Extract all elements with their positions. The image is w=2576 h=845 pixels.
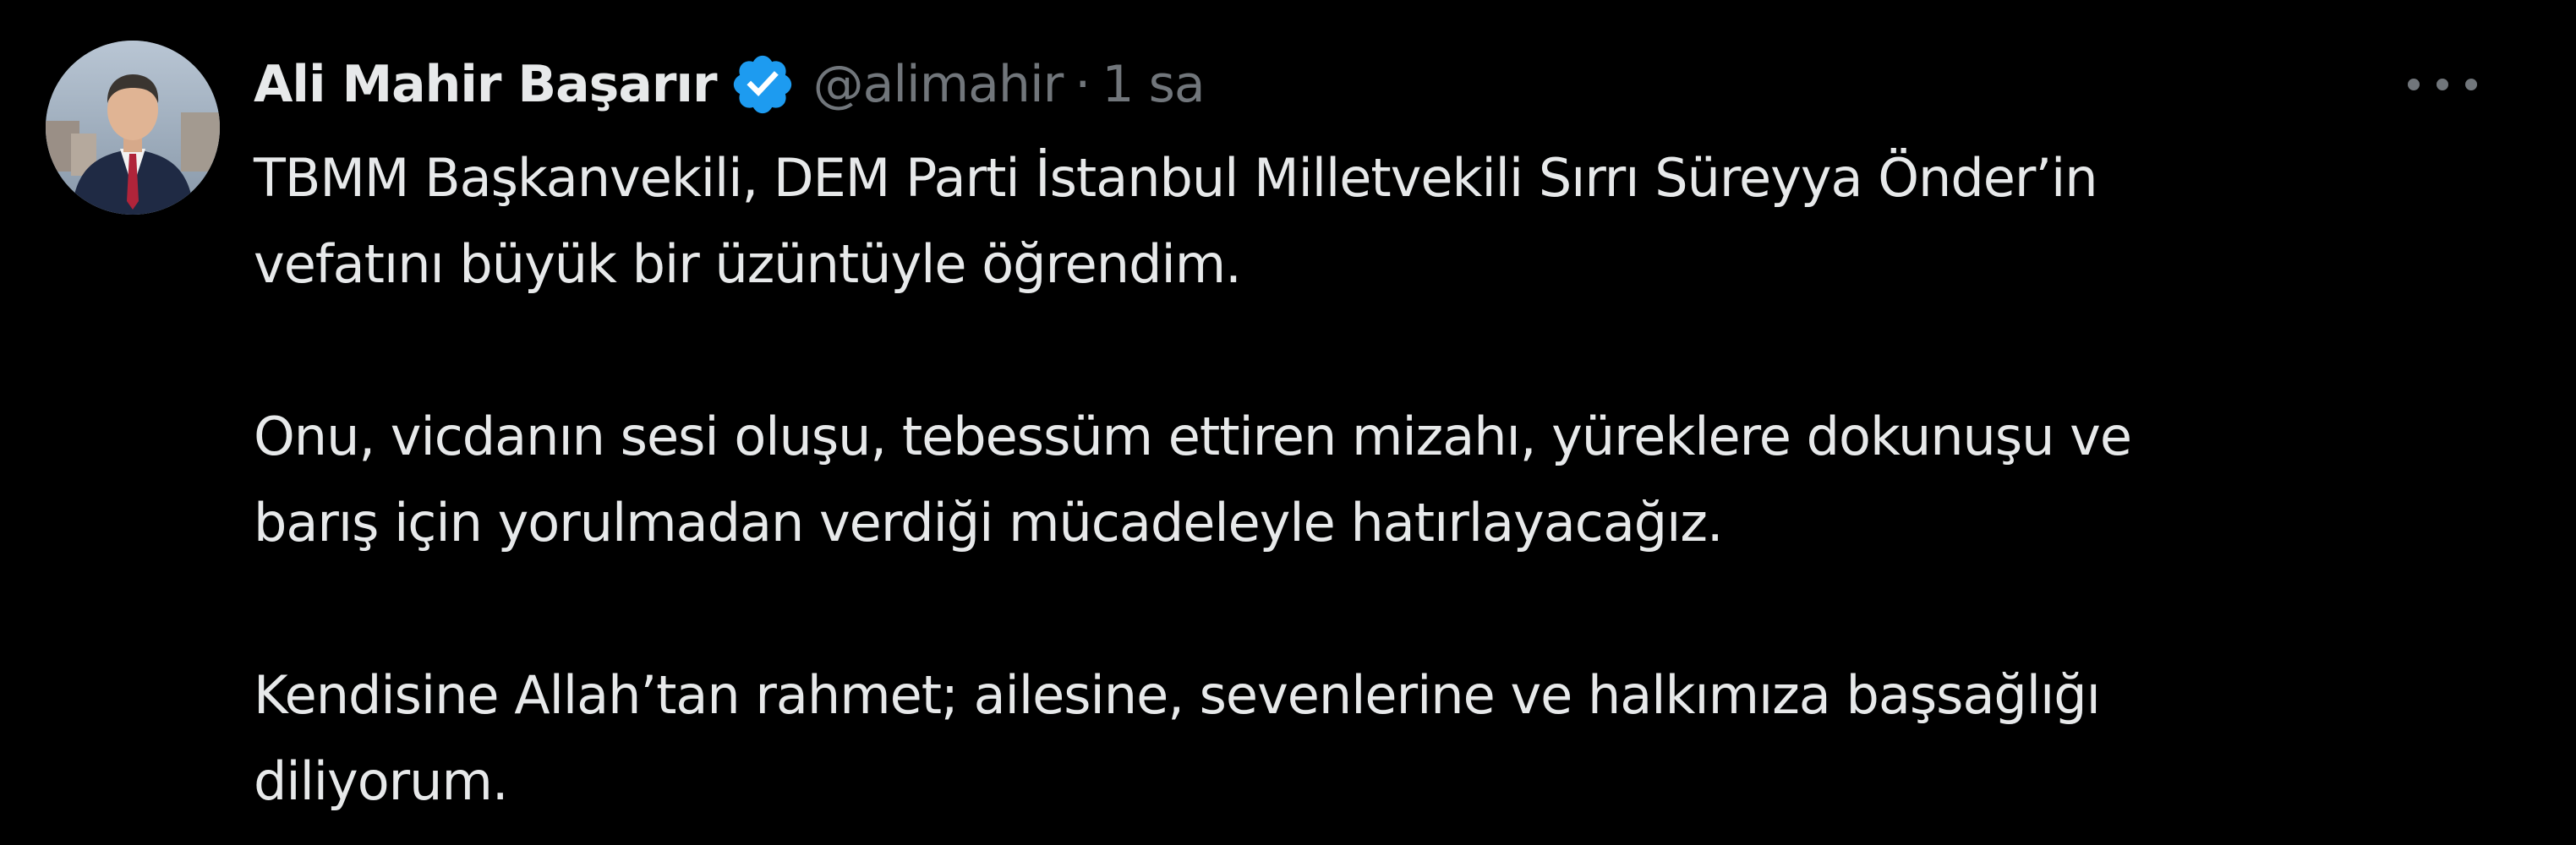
tweet-paragraph: Onu, vicdanın sesi oluşu, tebessüm ettir… bbox=[254, 406, 2132, 553]
verified-badge-icon[interactable] bbox=[729, 51, 796, 118]
author-handle[interactable]: @alimahir bbox=[813, 55, 1064, 114]
tweet-paragraph: TBMM Başkanvekili, DEM Parti İstanbul Mi… bbox=[254, 147, 2098, 295]
more-dot bbox=[2437, 79, 2448, 90]
tweet-header: Ali Mahir Başarır @alimahir · 1 sa bbox=[254, 44, 1206, 125]
separator-dot: · bbox=[1075, 55, 1091, 114]
more-dot bbox=[2465, 79, 2477, 90]
avatar-photo-icon bbox=[46, 41, 220, 215]
more-dot bbox=[2408, 79, 2420, 90]
avatar[interactable] bbox=[46, 41, 220, 215]
author-display-name[interactable]: Ali Mahir Başarır bbox=[254, 55, 718, 114]
tweet-card: Ali Mahir Başarır @alimahir · 1 sa TBMM … bbox=[0, 0, 2576, 845]
more-options-icon[interactable] bbox=[2408, 51, 2477, 118]
tweet-timestamp[interactable]: 1 sa bbox=[1102, 55, 1205, 114]
tweet-paragraph: Kendisine Allah’tan rahmet; ailesine, se… bbox=[254, 664, 2101, 812]
tweet-text: TBMM Başkanvekili, DEM Parti İstanbul Mi… bbox=[254, 135, 2536, 825]
